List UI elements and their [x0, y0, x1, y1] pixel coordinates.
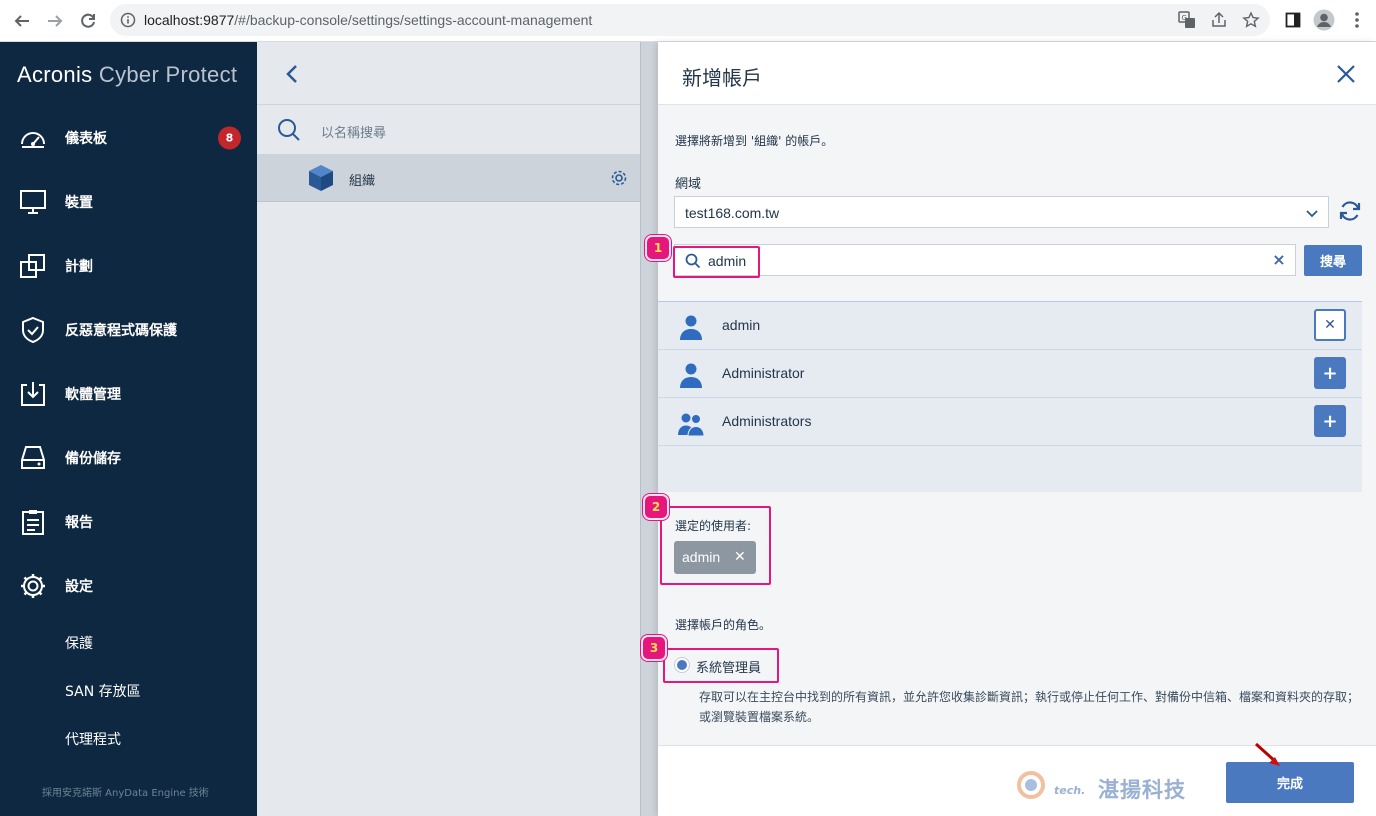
info-icon[interactable] — [120, 12, 136, 28]
annotation-marker-2: 2 — [643, 494, 669, 520]
browser-toolbar: localhost:9877/#/backup-console/settings… — [0, 0, 1376, 42]
nav-item-software[interactable]: 軟體管理 — [0, 362, 257, 426]
refresh-icon[interactable] — [1338, 199, 1362, 223]
domain-label: 網域 — [675, 177, 702, 192]
org-label: 組織 — [349, 174, 376, 189]
account-search-input[interactable]: admin × — [674, 244, 1296, 276]
result-row[interactable]: Administrators + — [658, 398, 1362, 446]
nav-item-dashboard[interactable]: 儀表板 8 — [0, 106, 257, 170]
plans-icon — [20, 254, 45, 278]
annotation-marker-3: 3 — [641, 635, 667, 661]
software-download-icon — [21, 382, 45, 406]
storage-icon — [21, 446, 45, 469]
annotation-highlight-search — [673, 246, 760, 278]
svg-text:G: G — [1182, 14, 1187, 22]
nav-item-label: 反惡意程式碼保護 — [65, 323, 177, 339]
search-placeholder: 以名稱搜尋 — [321, 126, 387, 141]
clipboard-icon — [22, 510, 44, 535]
org-search[interactable]: 以名稱搜尋 — [257, 105, 640, 154]
annotation-marker-1: 1 — [645, 235, 671, 261]
annotation-highlight-selected — [660, 506, 771, 585]
back-arrow-icon[interactable] — [10, 9, 34, 33]
panel-header — [257, 42, 640, 105]
done-button[interactable]: 完成 — [1226, 762, 1354, 803]
pointer-arrow-icon — [1254, 742, 1280, 766]
shield-icon — [22, 316, 44, 344]
intro-text: 選擇將新增到 '組織' 的帳戶。 — [675, 134, 834, 148]
monitor-icon — [20, 190, 46, 214]
dialog-footer: tech. 湛揚科技 完成 — [658, 742, 1376, 816]
more-menu-icon[interactable] — [1346, 9, 1368, 31]
role-description: 存取可以在主控台中找到的所有資訊，並允許您收集診斷資訊；執行或停止任何工作、對備… — [699, 690, 1360, 724]
watermark-logo: tech. 湛揚科技 — [1016, 768, 1196, 802]
forward-arrow-icon[interactable] — [43, 9, 67, 33]
dialog-title: 新增帳戶 — [682, 66, 762, 90]
result-row[interactable]: Administrator + — [658, 350, 1362, 398]
panel-divider — [640, 42, 658, 816]
back-chevron-icon[interactable] — [285, 64, 299, 84]
url-text: localhost:9877/#/backup-console/settings… — [144, 12, 593, 28]
add-account-button[interactable]: + — [1314, 405, 1346, 437]
users-group-icon — [678, 413, 705, 437]
share-icon[interactable] — [1208, 9, 1230, 31]
role-label: 選擇帳戶的角色。 — [675, 618, 772, 632]
nav-item-label: 儀表板 — [65, 131, 107, 147]
gear-icon[interactable] — [609, 168, 629, 188]
result-row[interactable]: admin ✕ — [658, 302, 1362, 350]
result-name: admin — [722, 317, 761, 333]
cube-icon — [309, 165, 333, 191]
nav-item-devices[interactable]: 裝置 — [0, 170, 257, 234]
sub-item-san-storage[interactable]: SAN 存放區 — [65, 681, 141, 701]
nav-item-label: 設定 — [65, 579, 93, 595]
user-icon — [680, 315, 702, 340]
clear-search-icon[interactable]: × — [1271, 252, 1287, 268]
nav-item-plans[interactable]: 計劃 — [0, 234, 257, 298]
user-icon — [680, 363, 702, 388]
bookmark-star-icon[interactable] — [1240, 9, 1262, 31]
gear-icon — [21, 574, 45, 598]
chevron-down-icon — [1306, 210, 1318, 218]
search-results: admin ✕ Administrator + Administrators + — [658, 301, 1362, 492]
side-panel-icon[interactable] — [1282, 9, 1304, 31]
organization-panel: 以名稱搜尋 組織 — [257, 42, 640, 816]
sidebar: Acronis Cyber Protect 儀表板 8 裝置 計劃 反惡意程式碼… — [0, 42, 257, 816]
nav-item-label: 裝置 — [65, 195, 93, 211]
search-button[interactable]: 搜尋 — [1304, 245, 1362, 276]
nav-item-settings[interactable]: 設定 — [0, 554, 257, 618]
nav-item-label: 備份儲存 — [65, 451, 121, 467]
nav-item-label: 計劃 — [65, 259, 93, 275]
dialog-header: 新增帳戶 — [658, 42, 1376, 105]
close-icon[interactable] — [1334, 62, 1358, 86]
watermark-icon — [1017, 771, 1045, 799]
translate-icon[interactable]: G — [1176, 9, 1198, 31]
sub-item-agents[interactable]: 代理程式 — [65, 729, 121, 749]
add-account-button[interactable]: + — [1314, 357, 1346, 389]
notification-badge: 8 — [218, 126, 241, 150]
add-account-dialog: 新增帳戶 選擇將新增到 '組織' 的帳戶。 網域 test168.com.tw … — [658, 42, 1376, 816]
profile-avatar-icon[interactable] — [1313, 9, 1335, 31]
sub-item-protection[interactable]: 保護 — [65, 633, 93, 653]
powered-by-text: 採用安克諾斯 AnyData Engine 技術 — [42, 788, 209, 799]
domain-select[interactable]: test168.com.tw — [674, 196, 1329, 228]
app-logo: Acronis Cyber Protect — [17, 62, 238, 87]
result-name: Administrators — [722, 413, 812, 429]
annotation-highlight-role — [663, 648, 779, 683]
nav-item-backup-storage[interactable]: 備份儲存 — [0, 426, 257, 490]
address-bar[interactable]: localhost:9877/#/backup-console/settings… — [110, 4, 1270, 36]
remove-account-button[interactable]: ✕ — [1314, 309, 1346, 341]
search-icon — [278, 119, 300, 141]
nav-item-label: 報告 — [65, 515, 93, 531]
result-name: Administrator — [722, 365, 805, 381]
org-row[interactable]: 組織 — [257, 154, 640, 202]
dashboard-icon — [21, 132, 45, 148]
domain-value: test168.com.tw — [685, 205, 780, 221]
nav-item-antimalware[interactable]: 反惡意程式碼保護 — [0, 298, 257, 362]
nav-item-reports[interactable]: 報告 — [0, 490, 257, 554]
reload-icon[interactable] — [76, 9, 100, 33]
nav-item-label: 軟體管理 — [65, 387, 121, 403]
